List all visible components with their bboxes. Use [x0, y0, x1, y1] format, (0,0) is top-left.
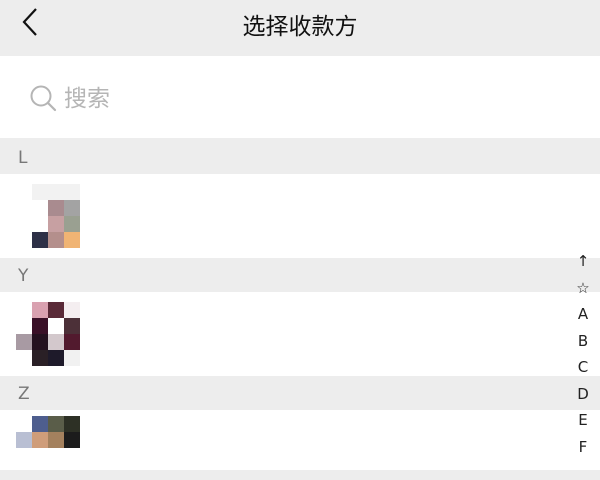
- list-item[interactable]: [0, 292, 600, 376]
- section-header-y: Y: [0, 258, 600, 292]
- index-top-arrow[interactable]: ↑: [568, 248, 598, 275]
- avatar: [16, 302, 80, 366]
- nav-bar: 选择收款方: [0, 0, 600, 52]
- section-letter: Z: [18, 384, 30, 404]
- index-letter-c[interactable]: C: [568, 354, 598, 381]
- index-star[interactable]: ☆: [568, 275, 598, 302]
- avatar: [16, 184, 80, 248]
- index-letter-e[interactable]: E: [568, 407, 598, 434]
- avatar: [16, 416, 80, 480]
- index-letter-d[interactable]: D: [568, 381, 598, 408]
- section-letter: Y: [18, 266, 29, 286]
- list-item[interactable]: [0, 410, 600, 470]
- index-letter-f[interactable]: F: [568, 434, 598, 461]
- list-item[interactable]: [0, 174, 600, 258]
- search-input[interactable]: [64, 83, 464, 115]
- section-letter: L: [18, 148, 28, 168]
- search-icon: [30, 85, 57, 112]
- section-header-z: Z: [0, 376, 600, 410]
- section-header-l: L: [0, 140, 600, 174]
- alphabet-index[interactable]: ↑ ☆ A B C D E F: [568, 248, 598, 460]
- page-title: 选择收款方: [242, 14, 358, 40]
- index-letter-b[interactable]: B: [568, 328, 598, 355]
- index-letter-a[interactable]: A: [568, 301, 598, 328]
